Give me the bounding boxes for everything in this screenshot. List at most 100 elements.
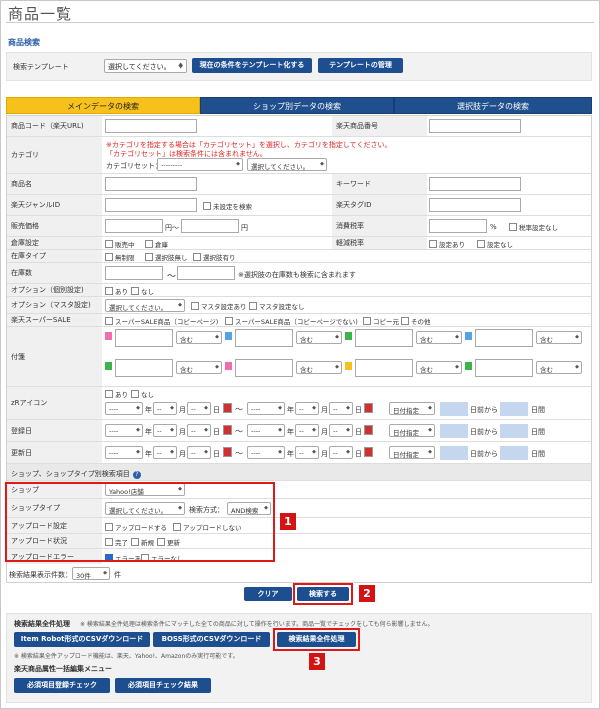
zr-to-month[interactable]: -- [295, 402, 319, 415]
stock-min-input[interactable] [105, 266, 163, 280]
super-sale-other[interactable]: その他 [401, 316, 431, 326]
tab-option-data[interactable]: 選択肢データの検索 [394, 97, 592, 114]
template-select[interactable]: 選択してください。 [104, 59, 187, 73]
calendar-icon[interactable] [223, 403, 232, 413]
sticky-match-5[interactable]: 含む [176, 361, 222, 374]
price-min-input[interactable] [105, 219, 163, 233]
category-select[interactable]: 選択してください。 [247, 158, 327, 171]
zr-to-day[interactable]: -- [329, 402, 353, 415]
calendar-icon-2[interactable] [364, 403, 373, 413]
tag-id-input[interactable] [429, 198, 521, 212]
stock-unlimited-checkbox[interactable]: 無制限 [105, 252, 135, 262]
upd-to-month[interactable]: -- [295, 446, 319, 459]
product-name-input[interactable] [105, 177, 197, 191]
upd-days-before[interactable] [440, 446, 468, 460]
super-sale-copy[interactable]: スーパーSALE商品（コピーページ) [105, 316, 218, 326]
reg-to-day[interactable]: -- [329, 424, 353, 437]
sticky-text-7[interactable] [355, 359, 413, 377]
reg-days[interactable] [500, 424, 528, 438]
super-sale-not-copy[interactable]: スーパーSALE商品（コピーページでない) [225, 316, 358, 326]
zr-days-before[interactable] [440, 402, 468, 416]
reg-days-before[interactable] [440, 424, 468, 438]
reduced-off-checkbox[interactable]: 設定なし [477, 239, 513, 249]
reduced-on-checkbox[interactable]: 設定あり [429, 239, 465, 249]
calendar-icon-5[interactable] [223, 447, 232, 457]
option-individual-no[interactable]: なし [131, 286, 154, 296]
genre-unset-checkbox[interactable]: 未設定を検索 [203, 201, 252, 211]
sticky-text-1[interactable] [115, 329, 173, 347]
warehouse-storage-checkbox[interactable]: 倉庫 [145, 239, 168, 249]
itemrobot-csv-button[interactable]: Item Robot形式のCSVダウンロード [14, 632, 150, 647]
reg-from-month[interactable]: -- [153, 424, 177, 437]
row-reg-date: 登録日 ---- 年 -- 月 -- 日 ～ ---- 年 -- 月 -- 日 … [7, 420, 591, 442]
reg-from-day[interactable]: -- [187, 424, 211, 437]
stock-no-option-checkbox[interactable]: 選択肢無し [145, 252, 188, 262]
keyword-input[interactable] [429, 177, 521, 191]
sticky-text-2[interactable] [235, 329, 293, 347]
zr-from-year[interactable]: ---- [105, 402, 143, 415]
zr-to-year[interactable]: ---- [247, 402, 285, 415]
option-master-on[interactable]: マスタ設定あり [191, 301, 247, 311]
tax-unset-checkbox[interactable]: 税率設定なし [509, 222, 558, 232]
manage-template-button[interactable]: テンプレートの管理 [318, 58, 403, 73]
save-template-button[interactable]: 現在の条件をテンプレート化する [192, 58, 312, 73]
zr-from-day[interactable]: -- [187, 402, 211, 415]
sticky-match-1[interactable]: 含む [176, 331, 222, 344]
super-sale-origin[interactable]: コピー元 [363, 316, 399, 326]
clear-button[interactable]: クリア [244, 587, 292, 601]
upd-to-year[interactable]: ---- [247, 446, 285, 459]
option-individual-yes[interactable]: あり [105, 286, 128, 296]
zr-day-unit-2: 日 [355, 406, 362, 414]
zr-no[interactable]: なし [131, 389, 154, 399]
upd-from-day[interactable]: -- [187, 446, 211, 459]
reg-to-month[interactable]: -- [295, 424, 319, 437]
upd-days[interactable] [500, 446, 528, 460]
zr-date-spec[interactable]: 日付指定 [389, 402, 435, 415]
upd-to-day[interactable]: -- [329, 446, 353, 459]
warehouse-selling-checkbox[interactable]: 販売中 [105, 239, 135, 249]
required-check-button[interactable]: 必須項目登録チェック [14, 678, 110, 693]
option-master-off[interactable]: マスタ設定なし [249, 301, 305, 311]
zr-yes[interactable]: あり [105, 389, 128, 399]
genre-id-input[interactable] [105, 198, 197, 212]
tax-input[interactable] [429, 219, 487, 233]
sticky-match-4[interactable]: 含む [536, 331, 582, 344]
calendar-icon-3[interactable] [223, 425, 232, 435]
sticky-text-8[interactable] [475, 359, 533, 377]
zr-days[interactable] [500, 402, 528, 416]
sticky-text-5[interactable] [115, 359, 173, 377]
upd-date-spec[interactable]: 日付指定 [389, 446, 435, 459]
category-set-select[interactable]: --------- [157, 158, 243, 171]
sticky-match-8[interactable]: 含む [536, 361, 582, 374]
results-count-select[interactable]: 30件 [72, 567, 110, 580]
stock-sep: ～ [167, 272, 177, 282]
price-max-input[interactable] [181, 219, 239, 233]
zr-from-month[interactable]: -- [153, 402, 177, 415]
reg-to-year[interactable]: ---- [247, 424, 285, 437]
reg-from-year[interactable]: ---- [105, 424, 143, 437]
rakuten-no-input[interactable] [429, 119, 521, 133]
calendar-icon-6[interactable] [364, 447, 373, 457]
sticky-text-4[interactable] [475, 329, 533, 347]
option-master-select[interactable]: 選択してください。 [105, 299, 185, 312]
upd-from-year[interactable]: ---- [105, 446, 143, 459]
tab-main-data[interactable]: メインデータの検索 [6, 97, 200, 114]
boss-csv-button[interactable]: BOSS形式のCSVダウンロード [153, 632, 270, 647]
sticky-match-7[interactable]: 含む [416, 361, 462, 374]
sticky-text-6[interactable] [235, 359, 293, 377]
stock-with-option-checkbox[interactable]: 選択肢有り [193, 252, 236, 262]
sticky-match-6[interactable]: 含む [296, 361, 342, 374]
sticky-match-3[interactable]: 含む [416, 331, 462, 344]
required-result-button[interactable]: 必須項目チェック結果 [115, 678, 211, 693]
reg-date-spec[interactable]: 日付指定 [389, 424, 435, 437]
option-master-label: オプション（マスタ設定) [7, 297, 102, 313]
calendar-icon-4[interactable] [364, 425, 373, 435]
zr-month-unit: 月 [179, 406, 186, 414]
upd-from-month[interactable]: -- [153, 446, 177, 459]
product-code-input[interactable] [105, 119, 197, 133]
tab-shop-data[interactable]: ショップ別データの検索 [200, 97, 394, 114]
sticky-text-3[interactable] [355, 329, 413, 347]
stock-max-input[interactable] [177, 266, 235, 280]
sticky-match-2[interactable]: 含む [296, 331, 342, 344]
product-name-label: 商品名 [7, 174, 102, 194]
